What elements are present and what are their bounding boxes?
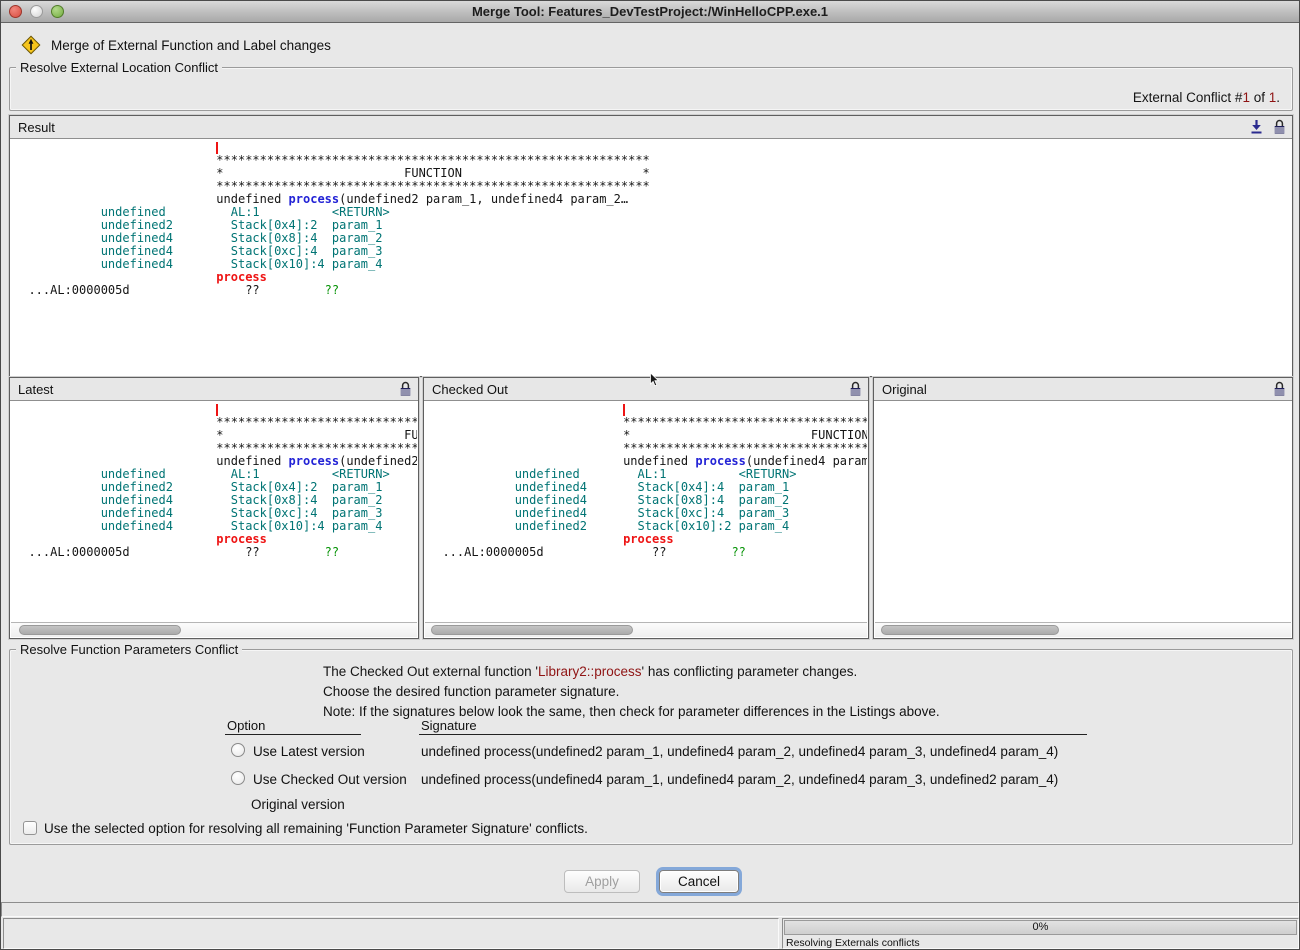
latest-signature: undefined process(undefined2 param_1, un… [421,744,1058,759]
use-checked-out-label[interactable]: Use Checked Out version [253,772,407,787]
lock-icon[interactable] [1273,119,1286,135]
apply-to-all-checkbox[interactable] [23,821,37,835]
latest-panel-title: Latest [18,382,53,397]
merge-tool-window: Merge Tool: Features_DevTestProject:/Win… [0,0,1300,950]
latest-panel: Latest *********************************… [9,377,419,639]
lock-icon[interactable] [849,381,862,397]
status-message-bar [1,902,1299,917]
signature-header-underline [419,734,1087,735]
result-panel-header: Result [10,116,1292,139]
result-panel-title: Result [18,120,55,135]
window-title: Merge Tool: Features_DevTestProject:/Win… [1,4,1299,19]
original-panel-title: Original [882,382,927,397]
latest-hscrollbar[interactable] [11,622,417,637]
checked-out-panel-header: Checked Out [424,378,868,401]
checked-out-panel-title: Checked Out [432,382,508,397]
original-hscrollbar[interactable] [875,622,1291,637]
apply-button[interactable]: Apply [564,870,640,893]
original-panel-header: Original [874,378,1292,401]
apply-to-all-label[interactable]: Use the selected option for resolving al… [44,821,588,836]
latest-panel-header: Latest [10,378,418,401]
titlebar: Merge Tool: Features_DevTestProject:/Win… [1,1,1299,23]
merge-diamond-icon [21,35,41,55]
lock-icon[interactable] [1273,381,1286,397]
conflict-message-line2: Choose the desired function parameter si… [323,684,619,699]
location-conflict-group-title: Resolve External Location Conflict [16,60,222,75]
checked-out-hscrollbar[interactable] [425,622,867,637]
checked-out-listing[interactable]: ****************************************… [425,401,867,622]
signature-column-header: Signature [421,718,477,733]
phase-title: Merge of External Function and Label cha… [51,38,331,53]
latest-listing[interactable]: ****************************************… [11,401,417,622]
parameters-conflict-group-title: Resolve Function Parameters Conflict [16,642,242,657]
listing-line: ...AL:0000005d ?? ?? [428,546,867,559]
original-panel: Original [873,377,1293,639]
listing-line: ...AL:0000005d ?? ?? [14,284,1291,297]
conflict-counter: External Conflict #1 of 1. [1133,90,1280,105]
original-version-label: Original version [251,797,345,812]
checked-out-signature: undefined process(undefined4 param_1, un… [421,772,1058,787]
location-conflict-group: Resolve External Location Conflict Exter… [9,67,1293,111]
checked-out-panel: Checked Out ****************************… [423,377,869,639]
use-latest-label[interactable]: Use Latest version [253,744,365,759]
task-label: Resolving Externals conflicts [786,937,920,949]
download-icon[interactable] [1250,119,1263,135]
result-listing[interactable]: ****************************************… [11,139,1291,375]
progress-bar: 0% [784,920,1297,935]
original-listing[interactable] [875,401,1291,622]
lock-icon[interactable] [399,381,412,397]
listing-line: ...AL:0000005d ?? ?? [14,546,417,559]
status-right-panel: 0% Resolving Externals conflicts [782,918,1299,949]
use-latest-radio[interactable] [231,743,245,757]
option-column-header: Option [227,718,265,733]
conflict-message-line3: Note: If the signatures below look the s… [323,704,940,719]
result-panel: Result [9,115,1293,377]
phase-header: Merge of External Function and Label cha… [21,35,331,55]
use-checked-out-radio[interactable] [231,771,245,785]
option-header-underline [225,734,361,735]
cancel-button[interactable]: Cancel [659,870,739,893]
conflict-message-line1: The Checked Out external function 'Libra… [323,664,857,679]
status-left-panel [3,918,779,949]
mouse-cursor [649,372,660,388]
